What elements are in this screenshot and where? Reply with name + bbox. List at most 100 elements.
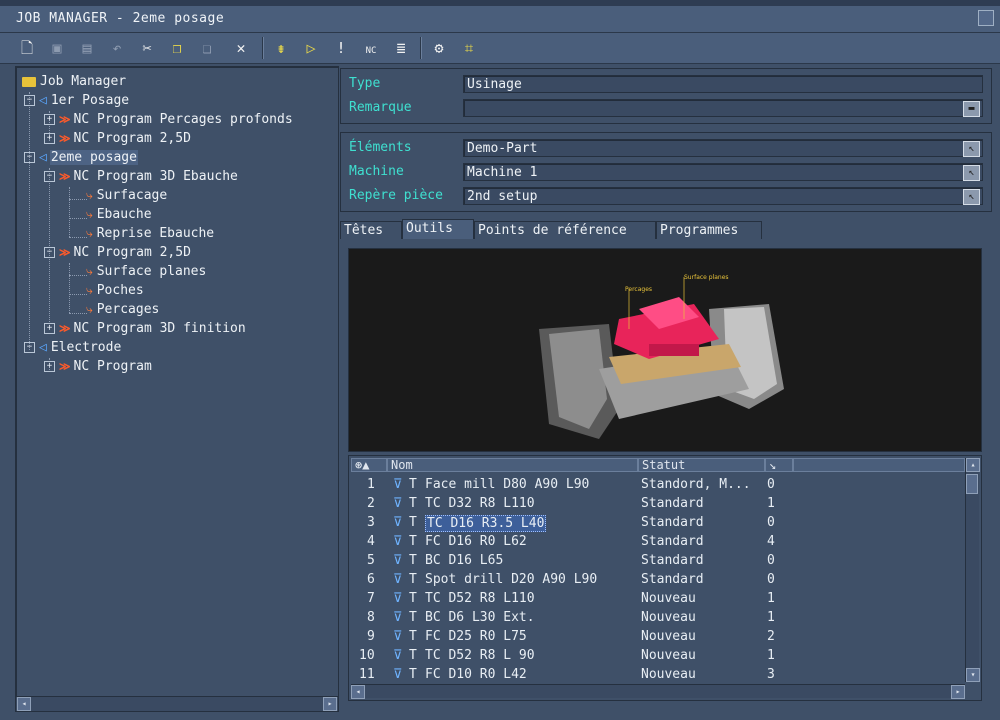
tree-item-operation[interactable]: ⤷ Ebauche	[86, 205, 153, 224]
tab-programmes[interactable]: Programmes	[656, 221, 762, 239]
tool-name: TC D52 R8 L 90	[425, 648, 535, 663]
collapse-icon[interactable]: −	[44, 247, 55, 258]
table-row[interactable]: 3 ⊽ T TC D16 R3.5 L40 Standard 0	[349, 513, 963, 532]
scrollbar-thumb[interactable]	[966, 474, 978, 494]
info-icon[interactable]: !	[330, 37, 352, 59]
tool-status: Standard	[641, 496, 704, 511]
tree-item-operation[interactable]: ⤷ Poches	[86, 281, 145, 300]
scroll-left-icon[interactable]: ◂	[351, 685, 365, 699]
scroll-up-icon[interactable]: ▴	[966, 458, 980, 472]
play-icon[interactable]: ▷	[300, 37, 322, 59]
row-number: 3	[367, 515, 375, 530]
undo-icon[interactable]: ↶	[106, 37, 128, 59]
table-row[interactable]: 11 ⊽ T FC D10 R0 L42 Nouveau 3	[349, 665, 963, 682]
tree-item-operation[interactable]: ⤷ Surfacage	[86, 186, 168, 205]
window-corner-button[interactable]	[978, 10, 994, 26]
tool-usage-count: 0	[767, 572, 775, 587]
save-icon[interactable]: ▣	[46, 37, 68, 59]
scroll-right-icon[interactable]: ▸	[323, 697, 337, 711]
table-row[interactable]: 2 ⊽ T TC D32 R8 L110 Standard 1	[349, 494, 963, 513]
table-row[interactable]: 7 ⊽ T TC D52 R8 L110 Nouveau 1	[349, 589, 963, 608]
table-row[interactable]: 6 ⊽ T Spot drill D20 A90 L90 Standard 0	[349, 570, 963, 589]
tree-item-operation[interactable]: ⤷ Reprise Ebauche	[86, 224, 215, 243]
tool-status: Nouveau	[641, 610, 696, 625]
row-prefix: T	[409, 553, 417, 568]
tool-usage-count: 1	[767, 496, 775, 511]
save-all-icon[interactable]: ▤	[76, 37, 98, 59]
nc-icon[interactable]: NC	[360, 37, 382, 59]
table-horizontal-scrollbar[interactable]: ◂ ▸	[351, 684, 965, 699]
machine-value: Machine 1	[467, 165, 538, 180]
tools-grid-icon[interactable]: ⌗	[458, 37, 480, 59]
machine-icon[interactable]: ⚙	[428, 37, 450, 59]
row-prefix: T	[409, 648, 417, 663]
table-row[interactable]: 10 ⊽ T TC D52 R8 L 90 Nouveau 1	[349, 646, 963, 665]
paste-icon[interactable]: ❏	[196, 37, 218, 59]
tree-item-electrode[interactable]: − ◁ Electrode	[24, 338, 122, 357]
tree-item-nc-program[interactable]: − ≫ NC Program 2,5D	[44, 243, 192, 262]
part-base	[649, 344, 699, 356]
split-icon[interactable]: ⇟	[270, 37, 292, 59]
pick-icon[interactable]: ↖	[963, 165, 980, 181]
tree-item-nc-program[interactable]: − ≫ NC Program 3D Ebauche	[44, 167, 239, 186]
cut-icon[interactable]: ✂	[136, 37, 158, 59]
collapse-icon[interactable]: −	[24, 95, 35, 106]
expand-icon[interactable]: +	[44, 114, 55, 125]
scroll-left-icon[interactable]: ◂	[17, 697, 31, 711]
table-row[interactable]: 5 ⊽ T BC D16 L65 Standard 0	[349, 551, 963, 570]
repere-field[interactable]: 2nd setup ↖	[463, 187, 983, 205]
tool-icon: ⊽	[393, 477, 403, 492]
collapse-icon[interactable]: −	[44, 171, 55, 182]
pick-icon[interactable]: ↖	[963, 189, 980, 205]
tree-item-nc-program[interactable]: + ≫ NC Program 2,5D	[44, 129, 192, 148]
tab-outils[interactable]: Outils	[402, 219, 474, 239]
tree-item-nc-program[interactable]: + ≫ NC Program 3D finition	[44, 319, 247, 338]
3d-viewport[interactable]: Percages Surface planes	[348, 248, 982, 452]
expand-icon[interactable]: +	[44, 361, 55, 372]
collapse-icon[interactable]: −	[24, 342, 35, 353]
new-icon[interactable]: 🗋	[16, 37, 38, 59]
setup-icon: ◁	[39, 93, 47, 108]
tree-horizontal-scrollbar[interactable]: ◂ ▸	[16, 696, 338, 711]
tree-item-2eme-posage[interactable]: − ◁ 2eme posage	[24, 148, 138, 167]
tree-item-operation[interactable]: ⤷ Percages	[86, 300, 160, 319]
remark-edit-button[interactable]: ▬	[963, 101, 980, 117]
remark-field[interactable]: ▬	[463, 99, 983, 117]
tab-points-reference[interactable]: Points de référence	[474, 221, 656, 239]
table-row[interactable]: 4 ⊽ T FC D16 R0 L62 Standard 4	[349, 532, 963, 551]
tree-root[interactable]: Job Manager	[22, 72, 127, 91]
elements-field[interactable]: Demo-Part ↖	[463, 139, 983, 157]
tool-name: FC D16 R0 L62	[425, 534, 527, 549]
tree-connector	[69, 199, 87, 200]
tree-item-nc-program[interactable]: + ≫ NC Program	[44, 357, 153, 376]
row-prefix: T	[409, 477, 417, 492]
delete-icon[interactable]: ✕	[230, 37, 252, 59]
expand-icon[interactable]: +	[44, 323, 55, 334]
copy-icon[interactable]: ❐	[166, 37, 188, 59]
tool-status: Nouveau	[641, 629, 696, 644]
tool-usage-count: 1	[767, 648, 775, 663]
scroll-right-icon[interactable]: ▸	[951, 685, 965, 699]
table-vertical-scrollbar[interactable]: ▴ ▾	[965, 458, 980, 682]
tool-status: Nouveau	[641, 667, 696, 682]
document-icon[interactable]: ≣	[390, 37, 412, 59]
tree-connector	[69, 237, 87, 238]
tab-tetes[interactable]: Têtes	[340, 221, 402, 239]
table-row[interactable]: 8 ⊽ T BC D6 L30 Ext. Nouveau 1	[349, 608, 963, 627]
tool-icon: ⊽	[393, 515, 403, 530]
type-field[interactable]: Usinage	[463, 75, 983, 93]
machine-field[interactable]: Machine 1 ↖	[463, 163, 983, 181]
scroll-down-icon[interactable]: ▾	[966, 668, 980, 682]
row-number: 2	[367, 496, 375, 511]
expand-icon[interactable]: +	[44, 133, 55, 144]
tool-icon: ⊽	[393, 496, 403, 511]
collapse-icon[interactable]: −	[24, 152, 35, 163]
tree-item-operation[interactable]: ⤷ Surface planes	[86, 262, 207, 281]
pick-icon[interactable]: ↖	[963, 141, 980, 157]
table-row[interactable]: 9 ⊽ T FC D25 R0 L75 Nouveau 2	[349, 627, 963, 646]
remark-label: Remarque	[349, 100, 412, 115]
tree-item-1er-posage[interactable]: − ◁ 1er Posage	[24, 91, 130, 110]
table-row[interactable]: 1 ⊽ T Face mill D80 A90 L90 Standord, M... 0	[349, 475, 963, 494]
tree-item-nc-program[interactable]: + ≫ NC Program Percages profonds	[44, 110, 294, 129]
folder-icon	[22, 76, 36, 87]
